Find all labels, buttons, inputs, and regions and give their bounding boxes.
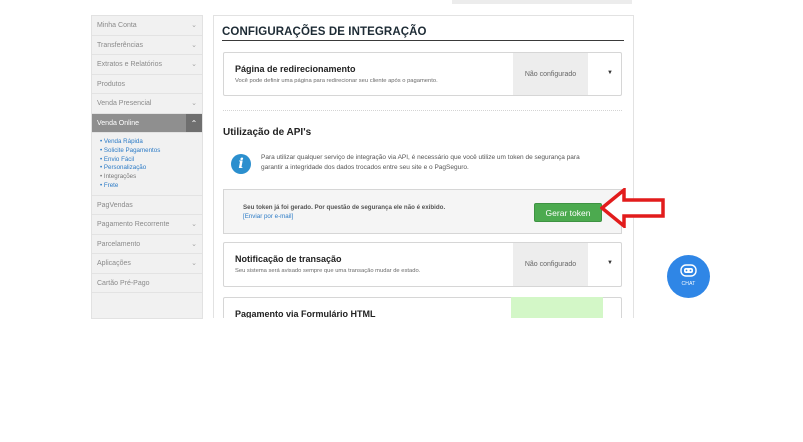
redirect-description: Você pode definir uma página para redire… <box>235 78 438 84</box>
subnav-item-integracoes[interactable]: • Integrações <box>100 173 202 182</box>
notification-description: Seu sistema será avisado sempre que uma … <box>235 268 421 274</box>
html-payment-title: Pagamento via Formulário HTML <box>235 309 376 318</box>
sidebar-item-label: Venda Online <box>97 119 140 127</box>
sidebar-item-pagamento-recorrente[interactable]: Pagamento Recorrente ⌄ <box>92 215 202 235</box>
chevron-down-icon: ⌄ <box>191 221 197 229</box>
token-status-text: Seu token já foi gerado. Por questão de … <box>243 204 446 211</box>
page-title: CONFIGURAÇÕES DE INTEGRAÇÃO <box>222 26 427 38</box>
redirect-config-card: Página de redirecionamento Você pode def… <box>223 52 622 96</box>
main-panel: CONFIGURAÇÕES DE INTEGRAÇÃO Página de re… <box>213 15 634 318</box>
sidebar-item-label: Cartão Pré-Pago <box>97 279 150 287</box>
html-payment-status[interactable] <box>511 297 603 318</box>
sidebar-item-venda-presencial[interactable]: Venda Presencial ⌄ <box>92 94 202 114</box>
divider <box>223 110 622 112</box>
sidebar: Minha Conta ⌄ Transferências ⌄ Extratos … <box>91 15 203 319</box>
red-arrow-annotation <box>600 188 665 228</box>
sidebar-item-transferencias[interactable]: Transferências ⌄ <box>92 36 202 55</box>
chat-button[interactable]: CHAT <box>667 255 710 298</box>
redirect-status[interactable]: Não configurado <box>513 53 588 95</box>
chevron-down-icon: ⌄ <box>191 41 197 49</box>
sidebar-subnav: • Venda Rápida • Solicite Pagamentos • E… <box>92 133 202 196</box>
api-section-title: Utilização de API's <box>223 127 312 138</box>
sidebar-item-label: Extratos e Relatórios <box>97 61 162 68</box>
sidebar-item-label: Produtos <box>97 80 126 88</box>
subnav-item-solicite-pagamentos[interactable]: • Solicite Pagamentos <box>100 147 202 156</box>
sidebar-item-venda-online[interactable]: Venda Online ⌃ <box>92 113 202 133</box>
chevron-down-icon: ⌄ <box>191 240 197 248</box>
chevron-down-icon: ⌄ <box>191 100 197 107</box>
subnav-item-personalizacao[interactable]: • Personalização <box>100 164 202 173</box>
chevron-up-icon[interactable]: ⌃ <box>186 113 202 132</box>
title-divider <box>222 40 624 41</box>
notification-status[interactable]: Não configurado <box>513 243 588 286</box>
caret-down-icon[interactable]: ▼ <box>607 70 613 76</box>
top-strip <box>452 0 632 4</box>
chevron-down-icon: ⌄ <box>191 260 197 268</box>
chevron-down-icon: ⌄ <box>191 61 197 68</box>
sidebar-item-label: Pagamento Recorrente <box>97 221 170 229</box>
subnav-item-envio-facil[interactable]: • Envio Fácil <box>100 156 202 165</box>
sidebar-item-label: Minha Conta <box>97 22 137 29</box>
token-card: Seu token já foi gerado. Por questão de … <box>223 189 622 234</box>
sidebar-item-cartao-pre-pago[interactable]: Cartão Pré-Pago <box>92 274 202 294</box>
chevron-down-icon: ⌄ <box>191 22 197 29</box>
sidebar-item-label: Aplicações <box>97 260 131 268</box>
sidebar-item-label: PagVendas <box>97 201 133 209</box>
info-icon: i <box>231 154 251 174</box>
sidebar-item-parcelamento[interactable]: Parcelamento ⌄ <box>92 235 202 255</box>
chat-bot-icon <box>680 264 697 277</box>
redirect-title: Página de redirecionamento <box>235 64 356 74</box>
send-by-email-link[interactable]: [Enviar por e-mail] <box>243 213 293 220</box>
sidebar-item-extratos[interactable]: Extratos e Relatórios ⌄ <box>92 55 202 75</box>
notification-title: Notificação de transação <box>235 254 342 264</box>
caret-down-icon[interactable]: ▼ <box>607 260 613 266</box>
sidebar-item-minha-conta[interactable]: Minha Conta ⌄ <box>92 16 202 36</box>
sidebar-item-label: Transferências <box>97 41 144 49</box>
sidebar-item-produtos[interactable]: Produtos <box>92 75 202 94</box>
chat-label: CHAT <box>681 281 696 287</box>
subnav-item-frete[interactable]: • Frete <box>100 182 202 191</box>
notification-config-card: Notificação de transação Seu sistema ser… <box>223 242 622 287</box>
sidebar-item-label: Parcelamento <box>97 240 141 248</box>
subnav-item-venda-rapida[interactable]: • Venda Rápida <box>100 138 202 147</box>
sidebar-item-label: Venda Presencial <box>97 100 152 107</box>
info-text: Para utilizar qualquer serviço de integr… <box>261 154 580 171</box>
sidebar-item-pagvendas[interactable]: PagVendas <box>92 196 202 216</box>
sidebar-item-aplicacoes[interactable]: Aplicações ⌄ <box>92 254 202 274</box>
generate-token-button[interactable]: Gerar token <box>534 203 602 222</box>
